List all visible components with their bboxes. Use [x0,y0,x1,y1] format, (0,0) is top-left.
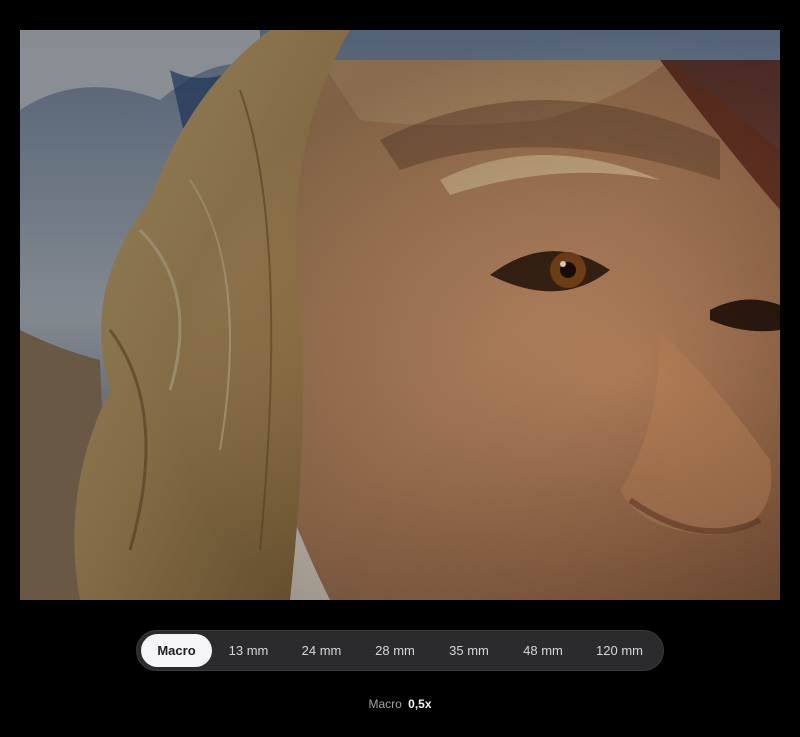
sample-photo [20,30,780,600]
page: Macro 13 mm 24 mm 28 mm 35 mm 48 mm 120 … [0,0,800,737]
caption-zoom: 0,5x [408,697,432,711]
lens-caption: Macro 0,5x [0,697,800,711]
lens-option-13mm[interactable]: 13 mm [212,634,285,667]
lens-option-48mm[interactable]: 48 mm [506,634,580,667]
lens-selector: Macro 13 mm 24 mm 28 mm 35 mm 48 mm 120 … [136,630,664,671]
lens-option-35mm[interactable]: 35 mm [432,634,506,667]
lens-option-24mm[interactable]: 24 mm [285,634,358,667]
lens-option-120mm[interactable]: 120 mm [580,634,659,667]
lens-option-28mm[interactable]: 28 mm [358,634,432,667]
portrait-illustration [20,30,780,600]
lens-option-macro[interactable]: Macro [141,634,212,667]
caption-mode: Macro [368,697,402,711]
